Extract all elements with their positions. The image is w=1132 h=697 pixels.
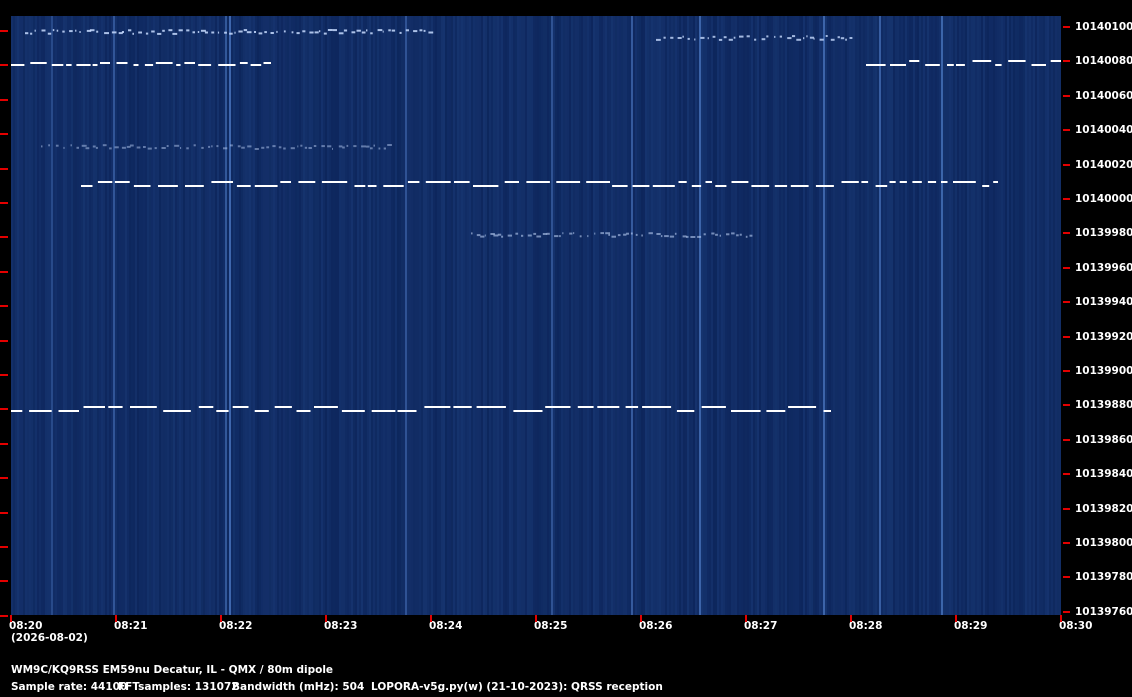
spectrogram-canvas — [11, 16, 1061, 615]
frequency-tick-right — [1063, 473, 1070, 476]
frequency-tick-right — [1063, 60, 1070, 63]
frequency-tick-label: 10139860 — [1075, 433, 1132, 446]
frequency-tick-left — [0, 167, 8, 170]
frequency-tick-label: 10140040 — [1075, 124, 1132, 137]
frequency-tick-left — [0, 236, 8, 239]
frequency-tick-left — [0, 98, 8, 101]
noise-texture — [11, 16, 1061, 615]
frequency-tick-right — [1063, 335, 1070, 338]
frequency-tick-label: 10139760 — [1075, 605, 1132, 618]
frequency-tick-right — [1063, 94, 1070, 97]
time-tick-mark — [955, 615, 957, 622]
frequency-tick-right — [1063, 198, 1070, 200]
fft-samples-info: FFTsamples: 131072 — [118, 681, 239, 693]
time-tick-label: 08:22 — [219, 620, 253, 632]
time-tick-mark — [115, 615, 117, 622]
date-label: (2026-08-02) — [11, 632, 88, 644]
frequency-tick-right — [1063, 26, 1070, 28]
frequency-tick-label: 10140060 — [1075, 89, 1132, 102]
frequency-tick-label: 10139980 — [1075, 227, 1132, 240]
frequency-tick-left — [0, 339, 8, 342]
frequency-tick-label: 10139940 — [1075, 296, 1132, 309]
frequency-tick-right — [1063, 610, 1070, 613]
time-tick-mark — [325, 615, 327, 622]
time-tick-label: 08:23 — [324, 620, 358, 632]
frequency-tick-left — [0, 133, 8, 136]
frequency-tick-label: 10139880 — [1075, 399, 1132, 412]
time-tick-label: 08:25 — [534, 620, 568, 632]
time-tick-mark — [745, 615, 747, 622]
frequency-tick-label: 10140020 — [1075, 158, 1132, 171]
frequency-tick-left — [0, 30, 8, 32]
software-info: LOPORA-v5g.py(w) (21-10-2023): QRSS rece… — [371, 681, 663, 693]
frequency-tick-right — [1063, 301, 1070, 304]
time-tick-mark — [220, 615, 222, 622]
time-tick-label: 08:30 — [1059, 620, 1093, 632]
frequency-tick-label: 10139800 — [1075, 537, 1132, 549]
frequency-tick-left — [0, 546, 8, 548]
frequency-tick-label: 10139960 — [1075, 261, 1132, 274]
station-info: WM9C/KQ9RSS EM59nu Decatur, IL - QMX / 8… — [11, 664, 334, 676]
time-tick-mark — [10, 615, 12, 622]
spectrogram-plot — [11, 16, 1061, 615]
frequency-tick-left — [0, 477, 8, 480]
frequency-tick-right — [1063, 266, 1070, 269]
frequency-tick-left — [0, 305, 8, 308]
time-tick-label: 08:27 — [744, 620, 778, 632]
time-tick-mark — [430, 615, 432, 622]
frequency-tick-label: 10140080 — [1075, 55, 1132, 68]
frequency-tick-right — [1063, 163, 1070, 166]
frequency-tick-left — [0, 270, 8, 273]
frequency-tick-left — [0, 614, 8, 617]
sample-rate-info: Sample rate: 44100 — [11, 681, 128, 693]
time-tick-label: 08:28 — [849, 620, 883, 632]
frequency-tick-right — [1063, 370, 1070, 372]
frequency-tick-right — [1063, 129, 1070, 132]
frequency-tick-left — [0, 64, 8, 67]
frequency-tick-left — [0, 202, 8, 204]
time-tick-label: 08:29 — [954, 620, 988, 632]
time-tick-label: 08:20 — [9, 620, 43, 632]
time-tick-mark — [1060, 615, 1062, 622]
frequency-tick-label: 10140000 — [1075, 193, 1132, 205]
frequency-tick-label: 10139820 — [1075, 502, 1132, 515]
frequency-tick-left — [0, 408, 8, 411]
frequency-tick-left — [0, 580, 8, 583]
time-tick-label: 08:21 — [114, 620, 148, 632]
time-tick-label: 08:24 — [429, 620, 463, 632]
frequency-tick-left — [0, 511, 8, 514]
frequency-tick-right — [1063, 232, 1070, 235]
frequency-tick-right — [1063, 542, 1070, 544]
bandwidth-info: Bandwidth (mHz): 504 — [232, 681, 365, 693]
frequency-tick-label: 10140100 — [1075, 21, 1132, 33]
frequency-tick-right — [1063, 507, 1070, 510]
frequency-tick-label: 10139780 — [1075, 571, 1132, 584]
frequency-tick-left — [0, 442, 8, 445]
time-tick-mark — [535, 615, 537, 622]
frequency-tick-right — [1063, 404, 1070, 407]
time-tick-mark — [640, 615, 642, 622]
frequency-tick-label: 10139900 — [1075, 365, 1132, 377]
frequency-tick-left — [0, 374, 8, 376]
time-tick-label: 08:26 — [639, 620, 673, 632]
frequency-tick-label: 10139840 — [1075, 468, 1132, 481]
time-tick-mark — [850, 615, 852, 622]
frequency-tick-right — [1063, 576, 1070, 579]
frequency-tick-right — [1063, 438, 1070, 441]
frequency-tick-label: 10139920 — [1075, 330, 1132, 343]
